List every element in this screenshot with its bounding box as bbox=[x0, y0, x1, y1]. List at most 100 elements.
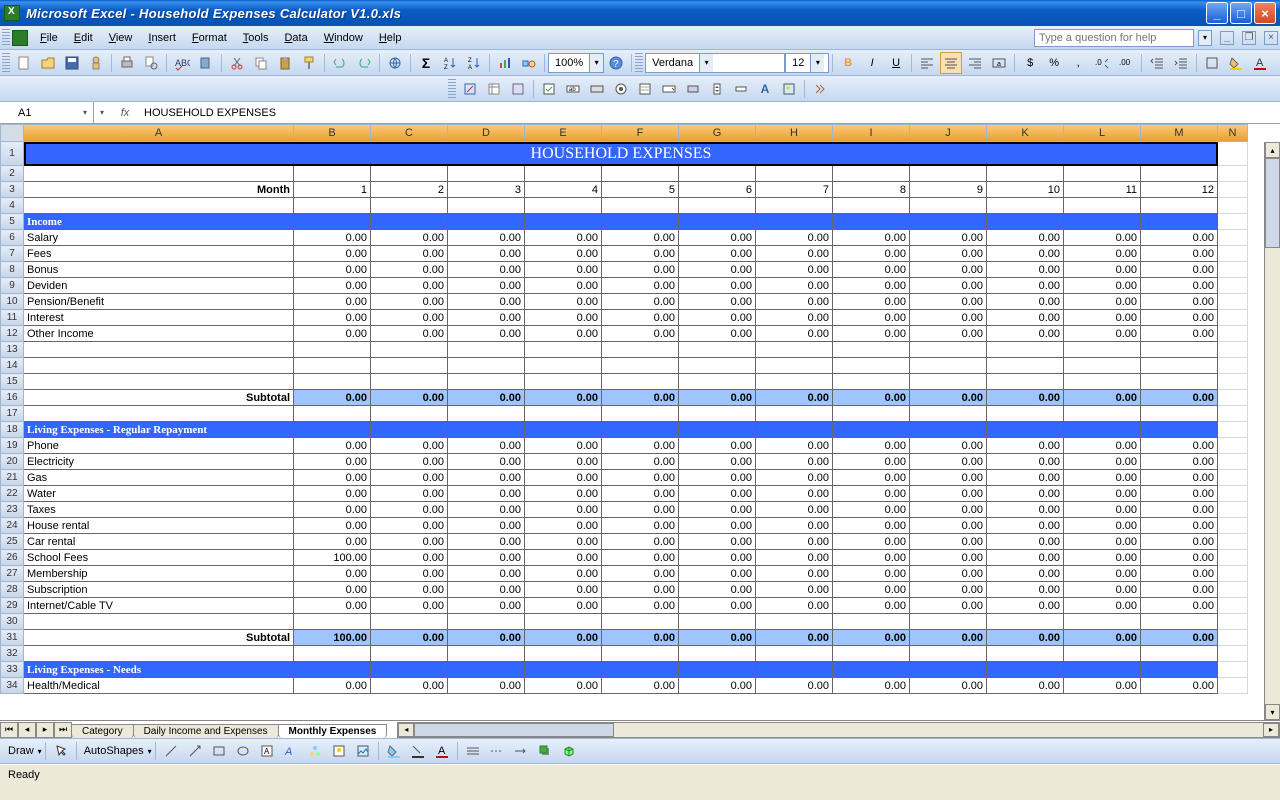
increase-indent-button[interactable] bbox=[1170, 52, 1192, 74]
living-val[interactable]: 0.00 bbox=[525, 598, 602, 614]
income-val[interactable]: 0.00 bbox=[448, 310, 525, 326]
needs-val[interactable]: 0.00 bbox=[987, 678, 1064, 694]
button-control-icon[interactable] bbox=[586, 78, 608, 100]
font-color-draw-button[interactable]: A bbox=[431, 740, 453, 762]
income-val[interactable]: 0.00 bbox=[833, 310, 910, 326]
income-val[interactable]: 0.00 bbox=[756, 310, 833, 326]
cell[interactable] bbox=[371, 166, 448, 182]
first-sheet-button[interactable]: ⏮ bbox=[0, 722, 18, 738]
col-header-J[interactable]: J bbox=[910, 124, 987, 142]
cell[interactable] bbox=[910, 198, 987, 214]
cell[interactable] bbox=[987, 422, 1064, 438]
cell[interactable] bbox=[1141, 406, 1218, 422]
living-subtotal[interactable]: 0.00 bbox=[910, 630, 987, 646]
living-val[interactable]: 0.00 bbox=[371, 566, 448, 582]
sheet-tab-category[interactable]: Category bbox=[71, 724, 134, 738]
cell[interactable] bbox=[987, 214, 1064, 230]
living-val[interactable]: 0.00 bbox=[602, 534, 679, 550]
living-val[interactable]: 0.00 bbox=[910, 598, 987, 614]
format-painter-button[interactable] bbox=[298, 52, 320, 74]
cell[interactable] bbox=[833, 166, 910, 182]
living-val[interactable]: 0.00 bbox=[525, 534, 602, 550]
living-val[interactable]: 0.00 bbox=[371, 470, 448, 486]
cell[interactable] bbox=[602, 374, 679, 390]
living-val[interactable]: 0.00 bbox=[448, 598, 525, 614]
income-val[interactable]: 0.00 bbox=[910, 294, 987, 310]
living-val[interactable]: 0.00 bbox=[448, 470, 525, 486]
living-val[interactable]: 0.00 bbox=[679, 518, 756, 534]
living-val[interactable]: 0.00 bbox=[294, 486, 371, 502]
cell[interactable] bbox=[525, 646, 602, 662]
living-subtotal[interactable]: 0.00 bbox=[448, 630, 525, 646]
cell[interactable] bbox=[525, 614, 602, 630]
row-header-27[interactable]: 27 bbox=[0, 566, 24, 582]
cell[interactable] bbox=[371, 406, 448, 422]
living-val[interactable]: 0.00 bbox=[448, 534, 525, 550]
cell[interactable] bbox=[833, 614, 910, 630]
income-val[interactable]: 0.00 bbox=[1064, 278, 1141, 294]
income-val[interactable]: 0.00 bbox=[756, 246, 833, 262]
cell[interactable] bbox=[294, 646, 371, 662]
checkbox-control-icon[interactable] bbox=[538, 78, 560, 100]
cell[interactable] bbox=[1064, 198, 1141, 214]
menu-data[interactable]: Data bbox=[276, 29, 315, 47]
cell[interactable] bbox=[756, 406, 833, 422]
spelling-button[interactable]: ABC bbox=[171, 52, 193, 74]
cell[interactable] bbox=[679, 342, 756, 358]
cell[interactable] bbox=[448, 198, 525, 214]
living-val[interactable]: 0.00 bbox=[833, 518, 910, 534]
cell[interactable] bbox=[1218, 438, 1248, 454]
living-val[interactable]: 0.00 bbox=[294, 566, 371, 582]
living-val[interactable]: 0.00 bbox=[756, 438, 833, 454]
income-val[interactable]: 0.00 bbox=[833, 278, 910, 294]
living-val[interactable]: 0.00 bbox=[294, 502, 371, 518]
month-label[interactable]: Month bbox=[24, 182, 294, 198]
col-header-N[interactable]: N bbox=[1218, 124, 1248, 142]
living-val[interactable]: 0.00 bbox=[1064, 438, 1141, 454]
cell[interactable] bbox=[756, 166, 833, 182]
merge-center-button[interactable]: a bbox=[988, 52, 1010, 74]
cell[interactable] bbox=[602, 342, 679, 358]
income-val[interactable]: 0.00 bbox=[294, 278, 371, 294]
income-val[interactable]: 0.00 bbox=[987, 294, 1064, 310]
living-val[interactable]: 0.00 bbox=[987, 438, 1064, 454]
living-val[interactable]: 0.00 bbox=[679, 438, 756, 454]
cell[interactable] bbox=[756, 614, 833, 630]
living-val[interactable]: 0.00 bbox=[371, 502, 448, 518]
living-val[interactable]: 0.00 bbox=[833, 470, 910, 486]
cell[interactable] bbox=[294, 198, 371, 214]
row-header-9[interactable]: 9 bbox=[0, 278, 24, 294]
income-subtotal-label[interactable]: Subtotal bbox=[24, 390, 294, 406]
income-val[interactable]: 0.00 bbox=[1141, 262, 1218, 278]
cell[interactable] bbox=[525, 374, 602, 390]
formula-dropdown-icon[interactable]: ▾ bbox=[94, 103, 110, 123]
cell[interactable] bbox=[602, 198, 679, 214]
prev-sheet-button[interactable]: ◂ bbox=[18, 722, 36, 738]
month-8[interactable]: 8 bbox=[833, 182, 910, 198]
living-val[interactable]: 0.00 bbox=[1064, 486, 1141, 502]
income-val[interactable]: 0.00 bbox=[679, 278, 756, 294]
living-val[interactable]: 0.00 bbox=[987, 582, 1064, 598]
month-2[interactable]: 2 bbox=[371, 182, 448, 198]
living-val[interactable]: 0.00 bbox=[679, 454, 756, 470]
name-box-dropdown-icon[interactable]: ▾ bbox=[77, 103, 93, 123]
income-val[interactable]: 0.00 bbox=[294, 246, 371, 262]
help-button[interactable]: ? bbox=[605, 52, 627, 74]
living-val[interactable]: 0.00 bbox=[1064, 502, 1141, 518]
cell[interactable] bbox=[24, 358, 294, 374]
income-val[interactable]: 0.00 bbox=[525, 278, 602, 294]
cell[interactable] bbox=[1218, 326, 1248, 342]
font-combo[interactable]: Verdana▾ bbox=[645, 53, 785, 73]
income-val[interactable]: 0.00 bbox=[448, 326, 525, 342]
living-val[interactable]: 0.00 bbox=[525, 502, 602, 518]
living-val[interactable]: 0.00 bbox=[833, 550, 910, 566]
income-val[interactable]: 0.00 bbox=[1064, 294, 1141, 310]
living-val[interactable]: 0.00 bbox=[756, 582, 833, 598]
living-val[interactable]: 0.00 bbox=[525, 470, 602, 486]
line-style-button[interactable] bbox=[462, 740, 484, 762]
decrease-indent-button[interactable] bbox=[1146, 52, 1168, 74]
needs-val[interactable]: 0.00 bbox=[602, 678, 679, 694]
living-subtotal[interactable]: 100.00 bbox=[294, 630, 371, 646]
cell[interactable] bbox=[525, 358, 602, 374]
cell[interactable] bbox=[24, 374, 294, 390]
